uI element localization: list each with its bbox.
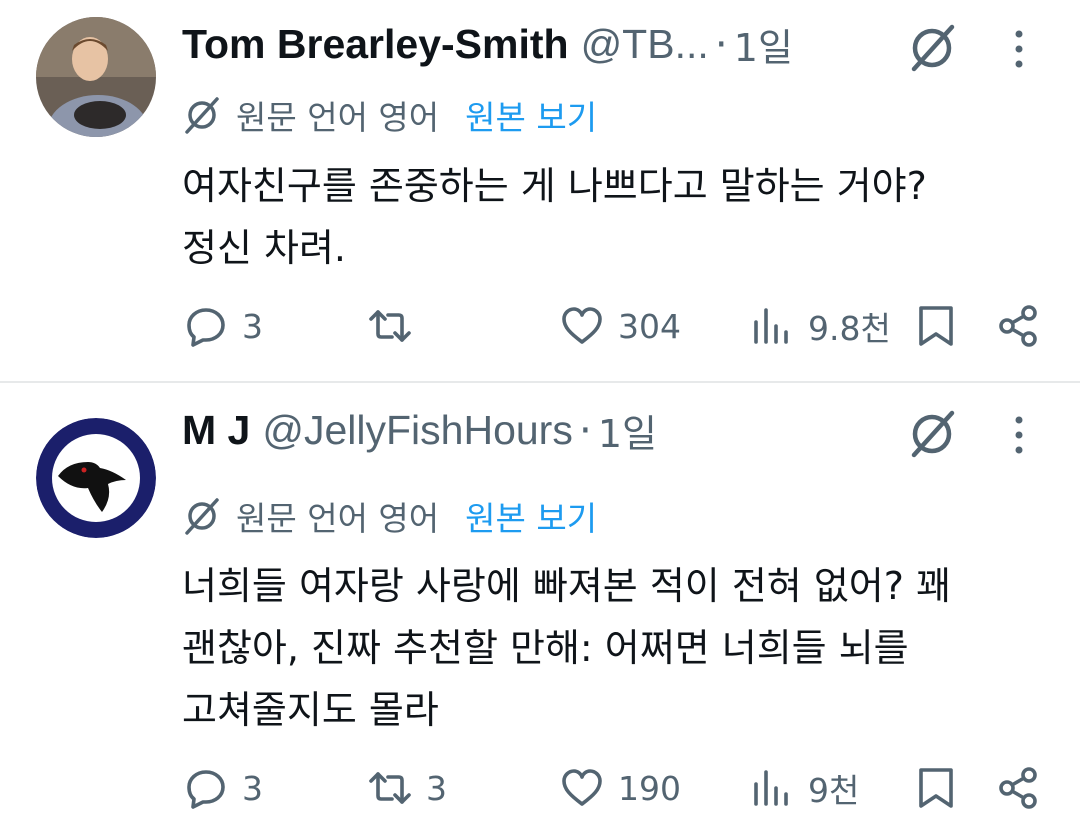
more-icon[interactable] xyxy=(1004,410,1034,460)
tweet-header: M J @JellyFishHours · 1일 xyxy=(182,400,1080,460)
repost-button[interactable]: 3 xyxy=(368,760,447,816)
timestamp[interactable]: 1일 xyxy=(598,403,657,458)
bookmark-button[interactable] xyxy=(914,298,958,354)
tweet-header: Tom Brearley-Smith @TB... · 1일 xyxy=(182,14,1080,74)
original-language-label: 원문 언어 영어 xyxy=(236,499,440,538)
like-icon xyxy=(562,307,602,344)
reply-button[interactable]: 3 xyxy=(184,298,263,354)
repost-icon xyxy=(369,310,411,342)
bookmark-icon xyxy=(919,768,953,808)
action-bar: 3 304 9.8천 xyxy=(0,298,1080,354)
user-handle[interactable]: @JellyFishHours xyxy=(262,407,572,454)
tweet[interactable]: M J @JellyFishHours · 1일 원문 언어 영어 원본 보기 … xyxy=(0,383,1080,828)
grok-icon[interactable] xyxy=(906,22,958,74)
show-original-link[interactable]: 원본 보기 xyxy=(465,492,597,540)
translation-notice: 원문 언어 영어 원본 보기 xyxy=(182,90,597,140)
display-name[interactable]: Tom Brearley-Smith xyxy=(182,21,569,68)
translate-icon xyxy=(182,95,222,135)
show-original-link[interactable]: 원본 보기 xyxy=(465,91,597,139)
reply-icon xyxy=(187,770,225,809)
like-count: 190 xyxy=(618,768,681,808)
tweet-text: 여자친구를 존중하는 게 나쁘다고 말하는 거야? 정신 차려. xyxy=(182,164,927,270)
original-language-label: 원문 언어 영어 xyxy=(236,98,440,137)
like-icon xyxy=(562,769,602,806)
share-icon xyxy=(999,767,1037,809)
repost-icon xyxy=(369,772,411,804)
translation-notice: 원문 언어 영어 원본 보기 xyxy=(182,491,597,541)
views-button[interactable]: 9.8천 xyxy=(750,298,891,354)
tweet[interactable]: Tom Brearley-Smith @TB... · 1일 원문 언어 영어 xyxy=(0,0,1080,382)
reply-count: 3 xyxy=(242,306,263,346)
more-icon[interactable] xyxy=(1004,24,1034,74)
like-button[interactable]: 304 xyxy=(560,298,681,354)
views-icon xyxy=(754,308,788,344)
reply-icon xyxy=(187,308,225,347)
like-button[interactable]: 190 xyxy=(560,760,681,816)
grok-icon[interactable] xyxy=(906,408,958,460)
share-icon xyxy=(999,305,1037,347)
repost-button[interactable] xyxy=(368,298,426,354)
bookmark-button[interactable] xyxy=(914,760,958,816)
share-button[interactable] xyxy=(996,760,1040,816)
separator-dot: · xyxy=(714,20,728,68)
avatar[interactable] xyxy=(36,418,156,538)
tweet-text: 너희들 여자랑 사랑에 빠져본 적이 전혀 없어? 꽤 괜찮아, 진짜 추천할 … xyxy=(182,564,951,732)
reply-button[interactable]: 3 xyxy=(184,760,263,816)
action-bar: 3 3 190 9천 xyxy=(0,760,1080,816)
translate-icon xyxy=(182,496,222,536)
avatar[interactable] xyxy=(36,17,156,137)
separator-dot: · xyxy=(578,406,592,454)
reply-count: 3 xyxy=(242,768,263,808)
views-icon xyxy=(754,770,788,806)
user-handle[interactable]: @TB... xyxy=(581,21,709,68)
bookmark-icon xyxy=(919,306,953,346)
view-count: 9천 xyxy=(808,771,860,810)
views-button[interactable]: 9천 xyxy=(750,760,859,816)
like-count: 304 xyxy=(618,306,681,346)
repost-count: 3 xyxy=(426,768,447,808)
view-count: 9.8천 xyxy=(808,309,891,348)
display-name[interactable]: M J xyxy=(182,407,250,454)
timestamp[interactable]: 1일 xyxy=(734,17,793,72)
share-button[interactable] xyxy=(996,298,1040,354)
